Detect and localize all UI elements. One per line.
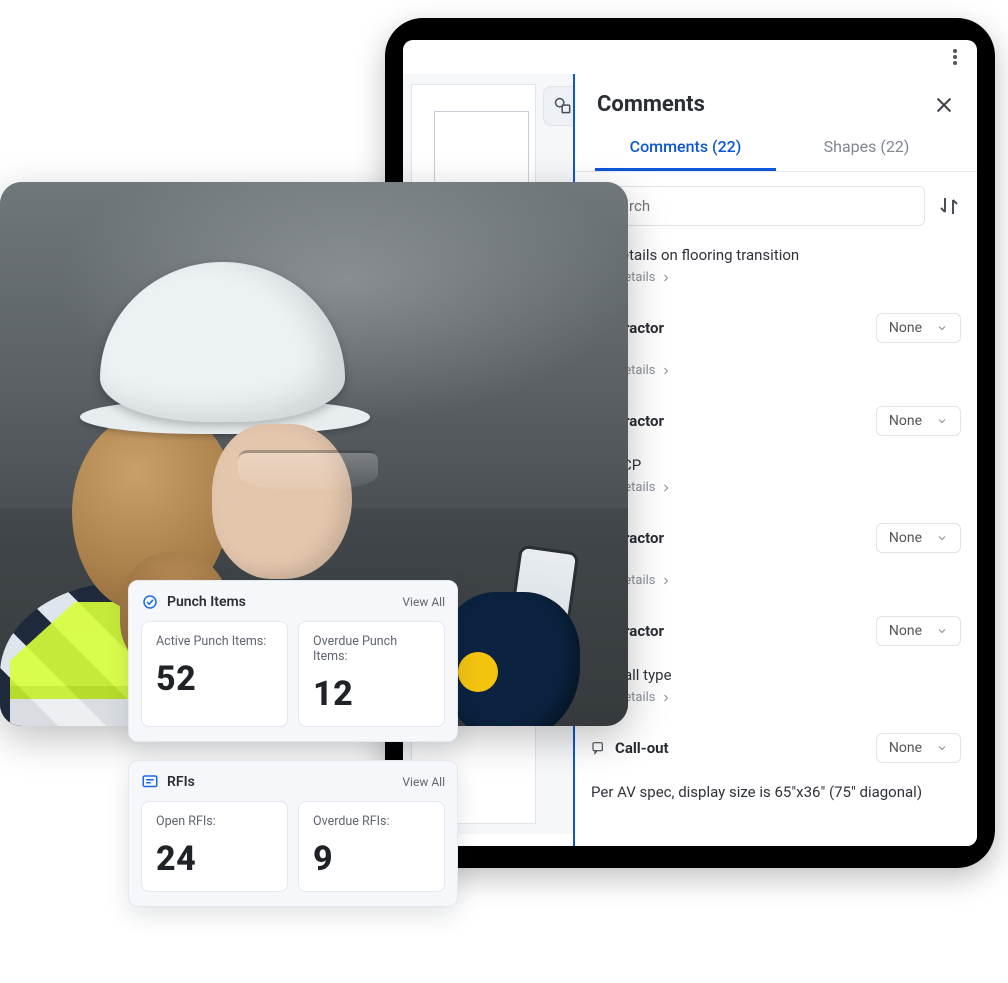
comment-row: Per AV spec, display size is 65"x36" (75… xyxy=(591,777,961,821)
search-input[interactable] xyxy=(591,186,925,226)
comment-row: …e wall type See Details xyxy=(591,660,961,719)
view-all-link[interactable]: View All xyxy=(402,775,445,789)
chevron-down-icon xyxy=(936,322,948,334)
overdue-rfis-tile[interactable]: Overdue RFIs: 9 xyxy=(298,801,445,892)
rfis-card: RFIs View All Open RFIs: 24 Overdue RFIs… xyxy=(128,760,458,907)
overdue-punch-tile[interactable]: Overdue Punch Items: 12 xyxy=(298,621,445,727)
card-title-text: Punch Items xyxy=(167,594,246,610)
active-punch-tile[interactable]: Active Punch Items: 52 xyxy=(141,621,288,727)
see-details-link[interactable]: See Details xyxy=(591,270,961,285)
comments-panel: Comments Comments (22) Shapes (22) …e de… xyxy=(573,74,977,846)
open-rfis-tile[interactable]: Open RFIs: 24 xyxy=(141,801,288,892)
chevron-right-icon xyxy=(660,575,672,587)
chevron-right-icon xyxy=(660,482,672,494)
comment-row: …e details on flooring transition See De… xyxy=(591,240,961,299)
status-dropdown[interactable]: None xyxy=(876,313,961,343)
status-dropdown[interactable]: None xyxy=(876,616,961,646)
comment-row: …e RCP See Details xyxy=(591,450,961,509)
tab-comments[interactable]: Comments (22) xyxy=(595,123,776,171)
comment-group: Call-out None xyxy=(591,719,961,777)
see-details-link[interactable]: See Details xyxy=(591,480,961,495)
chevron-down-icon xyxy=(936,625,948,637)
card-title-text: RFIs xyxy=(167,774,195,790)
punch-items-card: Punch Items View All Active Punch Items:… xyxy=(128,580,458,742)
comment-row: See Details xyxy=(591,567,961,602)
view-all-link[interactable]: View All xyxy=(402,595,445,609)
close-icon[interactable] xyxy=(933,94,955,116)
tab-shapes[interactable]: Shapes (22) xyxy=(776,123,957,171)
see-details-link[interactable]: See Details xyxy=(591,363,961,378)
comments-list: …e details on flooring transition See De… xyxy=(575,240,977,846)
comment-group: …ontractor None xyxy=(591,509,961,567)
chevron-right-icon xyxy=(660,272,672,284)
rfi-icon xyxy=(141,773,159,791)
tablet-topbar xyxy=(403,40,977,74)
callout-icon xyxy=(591,740,607,756)
sort-icon[interactable] xyxy=(937,194,961,218)
status-dropdown[interactable]: None xyxy=(876,406,961,436)
tabs: Comments (22) Shapes (22) xyxy=(575,123,977,172)
comment-group: …ontractor None xyxy=(591,392,961,450)
see-details-link[interactable]: See Details xyxy=(591,690,961,705)
comment-group: …ontractor None xyxy=(591,602,961,660)
chevron-down-icon xyxy=(936,532,948,544)
comment-group: …ontractor None xyxy=(591,299,961,357)
comment-row: See Details xyxy=(591,357,961,392)
status-dropdown[interactable]: None xyxy=(876,523,961,553)
shapes-icon xyxy=(553,96,573,116)
chevron-down-icon xyxy=(936,742,948,754)
chevron-right-icon xyxy=(660,692,672,704)
punch-items-icon xyxy=(141,593,159,611)
more-vertical-icon[interactable] xyxy=(945,47,965,67)
panel-title: Comments xyxy=(597,92,705,117)
see-details-link[interactable]: See Details xyxy=(591,573,961,588)
status-dropdown[interactable]: None xyxy=(876,733,961,763)
chevron-down-icon xyxy=(936,415,948,427)
chevron-right-icon xyxy=(660,365,672,377)
